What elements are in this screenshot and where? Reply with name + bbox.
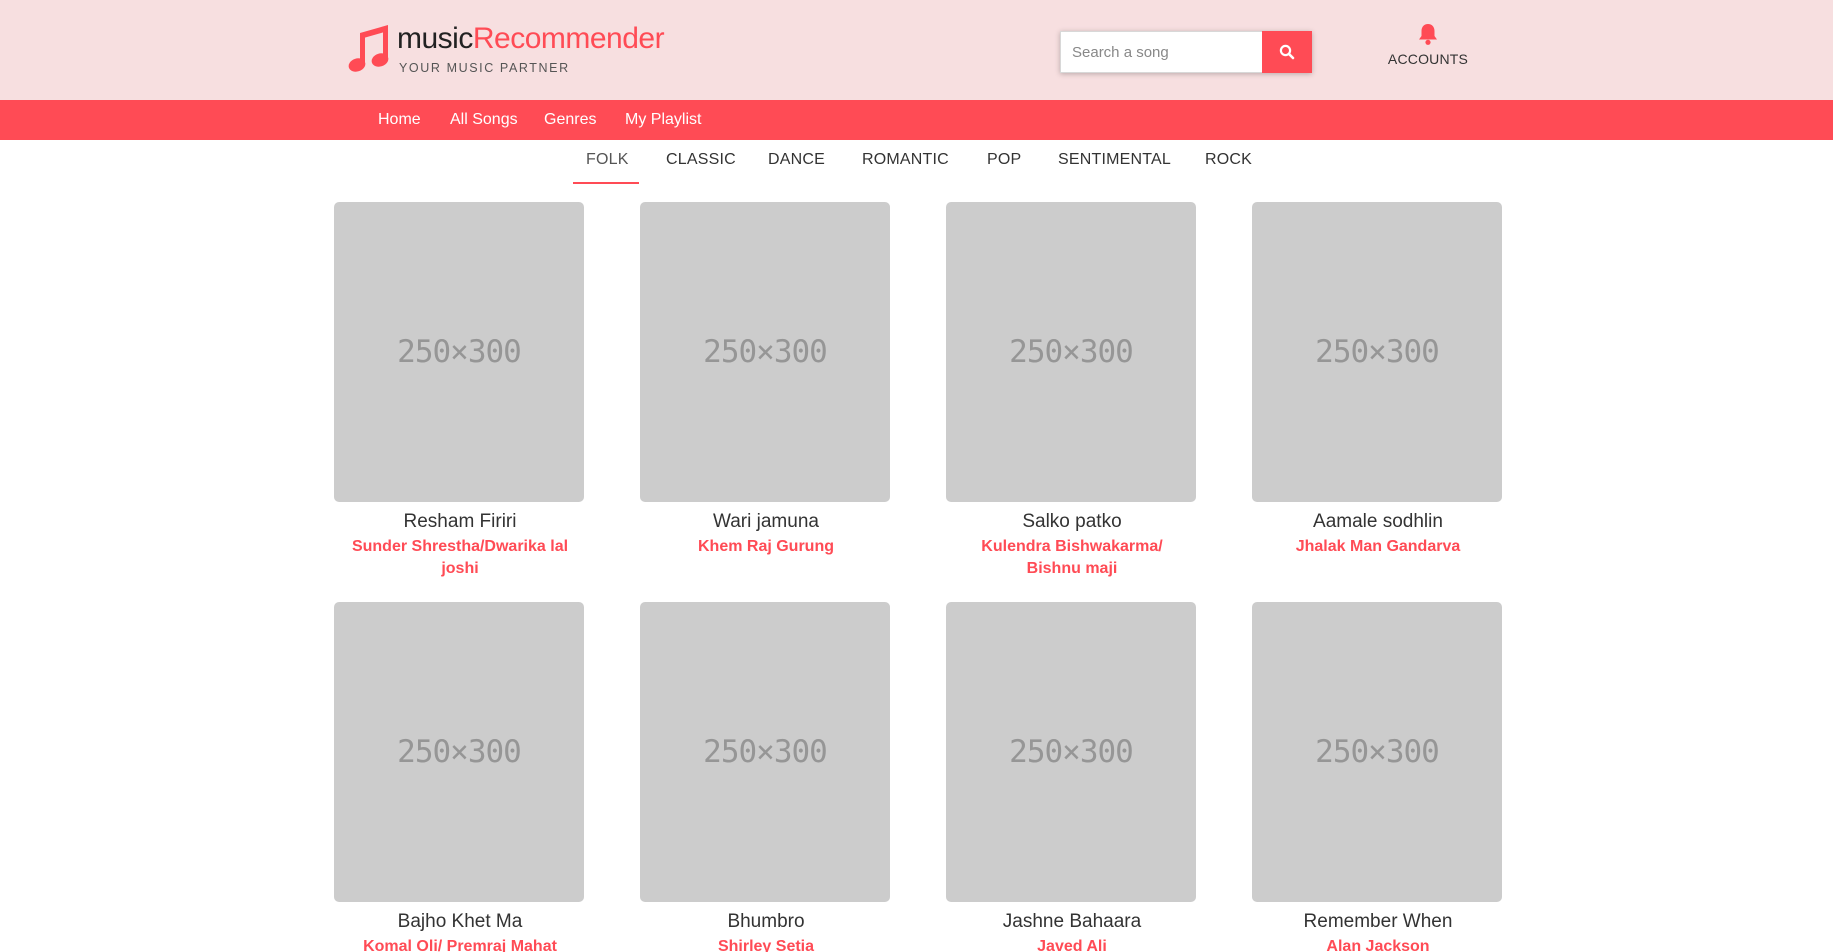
- genre-tabs: FOLK CLASSIC DANCE ROMANTIC POP SENTIMEN…: [0, 140, 1833, 184]
- song-cover-image[interactable]: 250×300: [1252, 602, 1502, 902]
- site-header: musicRecommender YOUR MUSIC PARTNER ACCO…: [0, 0, 1833, 100]
- song-artist[interactable]: Javed Ali: [946, 936, 1198, 952]
- nav-item-all-songs[interactable]: All Songs: [450, 100, 518, 140]
- active-tab-indicator: [573, 182, 639, 184]
- image-placeholder-label: 250×300: [1009, 334, 1134, 370]
- song-artist[interactable]: Khem Raj Gurung: [640, 536, 892, 558]
- search-button[interactable]: [1262, 31, 1312, 73]
- brand-name-part2: Recommender: [472, 22, 665, 55]
- tab-pop[interactable]: POP: [987, 151, 1021, 169]
- song-title: Aamale sodhlin: [1313, 511, 1443, 532]
- search-input[interactable]: [1060, 31, 1262, 73]
- music-note-icon: [348, 25, 389, 72]
- brand-logo[interactable]: musicRecommender YOUR MUSIC PARTNER: [347, 22, 665, 75]
- song-card: 250×300 Jashne Bahaara Javed Ali: [946, 602, 1198, 952]
- image-placeholder-label: 250×300: [397, 734, 522, 770]
- song-title: Resham Firiri: [403, 511, 517, 532]
- song-cover-image[interactable]: 250×300: [640, 202, 890, 502]
- accounts-button[interactable]: ACCOUNTS: [1380, 22, 1476, 67]
- song-title: Bajho Khet Ma: [397, 911, 523, 932]
- accounts-label: ACCOUNTS: [1387, 51, 1469, 67]
- image-placeholder-label: 250×300: [1315, 734, 1440, 770]
- image-placeholder-label: 250×300: [703, 734, 828, 770]
- song-cover-image[interactable]: 250×300: [946, 202, 1196, 502]
- nav-item-my-playlist[interactable]: My Playlist: [625, 100, 701, 140]
- tab-classic[interactable]: CLASSIC: [666, 151, 736, 169]
- brand-name: musicRecommender: [397, 22, 665, 56]
- song-artist[interactable]: Alan Jackson: [1252, 936, 1504, 952]
- song-artist[interactable]: Sunder Shrestha/Dwarika lal joshi: [334, 536, 586, 580]
- tab-rock[interactable]: ROCK: [1205, 151, 1252, 169]
- search-icon: [1279, 44, 1295, 60]
- brand-tagline: YOUR MUSIC PARTNER: [399, 61, 570, 75]
- song-cover-image[interactable]: 250×300: [1252, 202, 1502, 502]
- song-cover-image[interactable]: 250×300: [640, 602, 890, 902]
- song-card: 250×300 Aamale sodhlin Jhalak Man Gandar…: [1252, 202, 1504, 558]
- song-artist[interactable]: Jhalak Man Gandarva: [1252, 536, 1504, 558]
- song-title: Bhumbro: [727, 911, 805, 932]
- song-card: 250×300 Wari jamuna Khem Raj Gurung: [640, 202, 892, 558]
- song-title: Jashne Bahaara: [1002, 911, 1142, 932]
- song-cover-image[interactable]: 250×300: [334, 202, 584, 502]
- song-artist[interactable]: Komal Oli/ Premraj Mahat: [334, 936, 586, 952]
- image-placeholder-label: 250×300: [397, 334, 522, 370]
- tab-folk[interactable]: FOLK: [586, 151, 629, 169]
- search-bar: [1060, 31, 1312, 73]
- nav-item-home[interactable]: Home: [378, 100, 421, 140]
- song-title: Salko patko: [1022, 511, 1122, 532]
- image-placeholder-label: 250×300: [703, 334, 828, 370]
- song-title: Remember When: [1303, 911, 1453, 932]
- song-cover-image[interactable]: 250×300: [334, 602, 584, 902]
- main-nav: Home All Songs Genres My Playlist: [0, 100, 1833, 140]
- image-placeholder-label: 250×300: [1009, 734, 1134, 770]
- bell-icon: [1419, 24, 1437, 45]
- song-card: 250×300 Bajho Khet Ma Komal Oli/ Premraj…: [334, 602, 586, 952]
- tab-romantic[interactable]: ROMANTIC: [862, 151, 949, 169]
- song-cover-image[interactable]: 250×300: [946, 602, 1196, 902]
- song-artist[interactable]: Kulendra Bishwakarma/ Bishnu maji: [946, 536, 1198, 580]
- tab-dance[interactable]: DANCE: [768, 151, 825, 169]
- song-card: 250×300 Remember When Alan Jackson: [1252, 602, 1504, 952]
- song-card: 250×300 Salko patko Kulendra Bishwakarma…: [946, 202, 1198, 580]
- song-title: Wari jamuna: [713, 511, 819, 532]
- song-card: 250×300 Bhumbro Shirley Setia: [640, 602, 892, 952]
- image-placeholder-label: 250×300: [1315, 334, 1440, 370]
- song-card: 250×300 Resham Firiri Sunder Shrestha/Dw…: [334, 202, 586, 580]
- brand-name-part1: music: [397, 22, 473, 55]
- tab-sentimental[interactable]: SENTIMENTAL: [1058, 151, 1171, 169]
- nav-item-genres[interactable]: Genres: [544, 100, 596, 140]
- song-artist[interactable]: Shirley Setia: [640, 936, 892, 952]
